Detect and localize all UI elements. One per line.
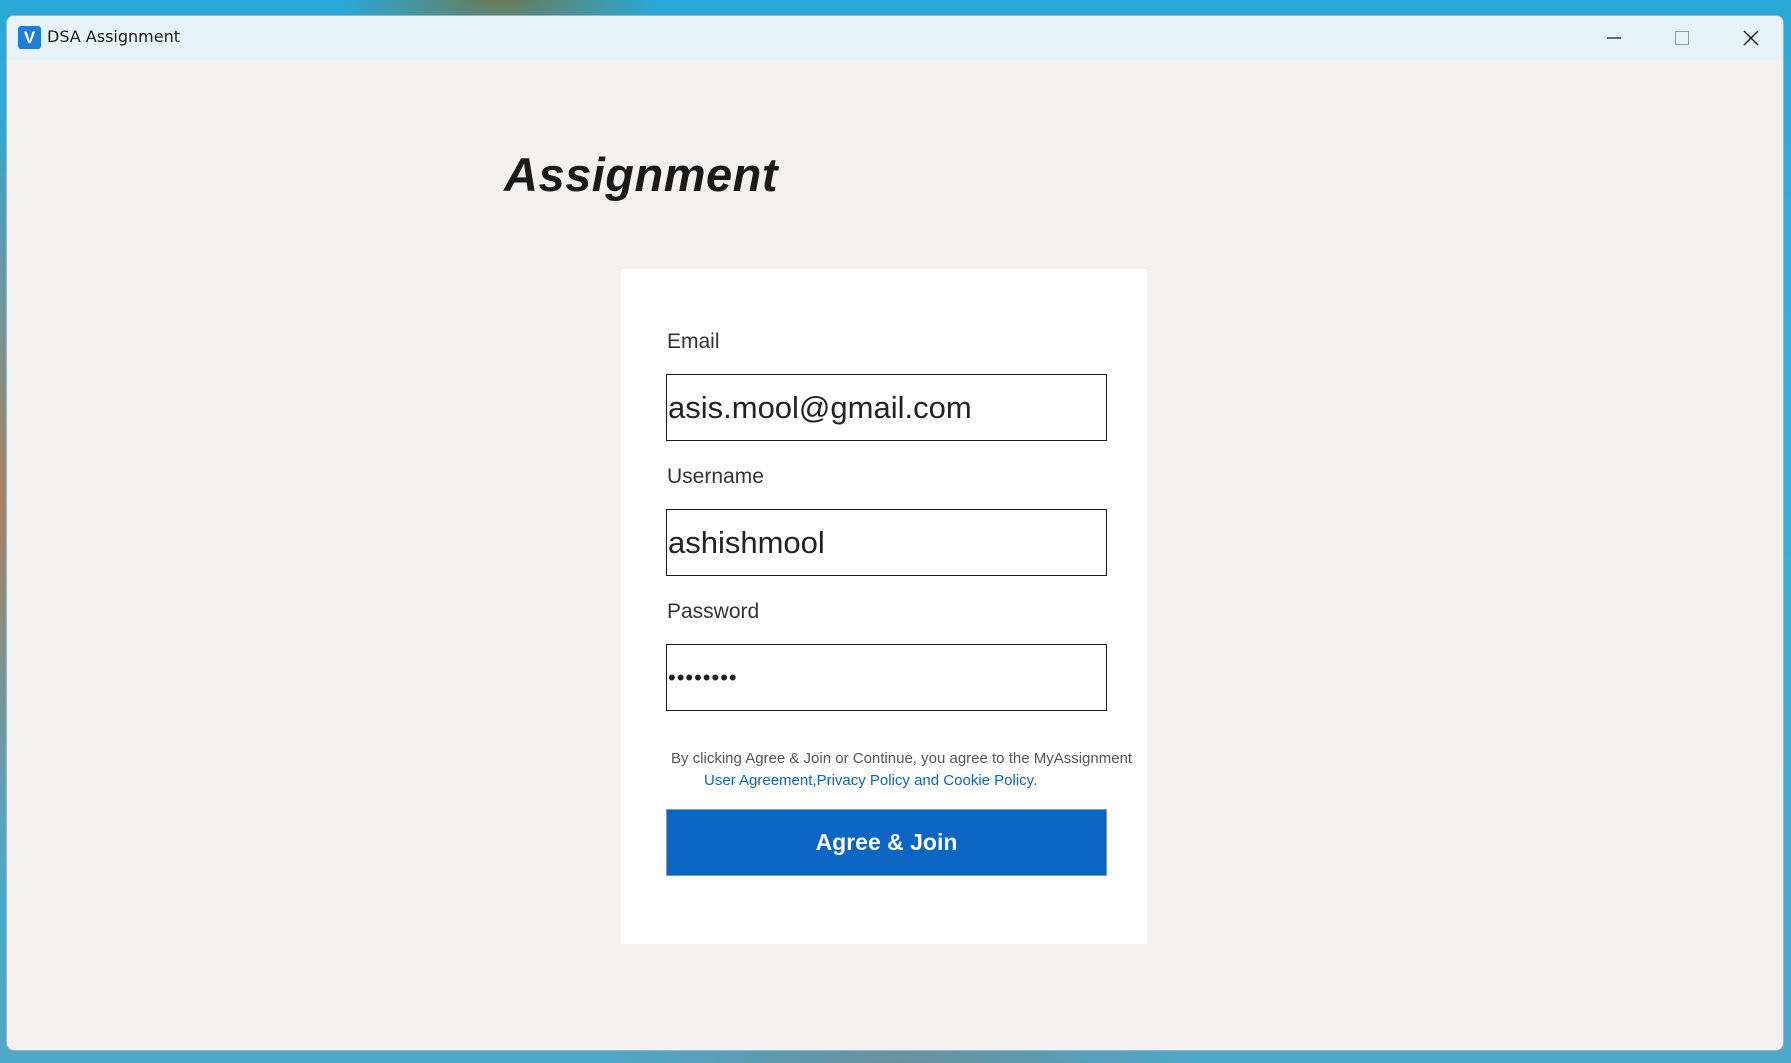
agree-join-button[interactable]: Agree & Join xyxy=(666,809,1107,876)
password-field[interactable] xyxy=(666,644,1107,711)
agreement-links-line: User Agreement,Privacy Policy and Cookie… xyxy=(671,770,1141,792)
agreement-period: . xyxy=(1033,772,1038,789)
agreement-intro: By clicking Agree & Join or Continue, yo… xyxy=(671,750,1133,767)
minimize-icon xyxy=(1607,37,1621,39)
maximize-icon xyxy=(1675,31,1689,45)
agreement-text: By clicking Agree & Join or Continue, yo… xyxy=(671,748,1141,792)
privacy-policy-link[interactable]: Privacy Policy xyxy=(817,772,910,789)
app-icon: V xyxy=(18,26,41,49)
title-bar[interactable]: V DSA Assignment xyxy=(7,16,1783,60)
maximize-button[interactable] xyxy=(1648,16,1716,60)
close-button[interactable] xyxy=(1717,16,1783,60)
cookie-policy-link[interactable]: Cookie Policy xyxy=(943,772,1033,789)
username-field[interactable] xyxy=(666,509,1107,576)
user-agreement-link[interactable]: User Agreement xyxy=(704,772,812,789)
minimize-button[interactable] xyxy=(1580,16,1648,60)
signup-card: Email Username Password By clicking Agre… xyxy=(621,269,1147,944)
password-label: Password xyxy=(667,600,760,623)
app-window: V DSA Assignment Assignment Email Userna… xyxy=(6,15,1784,1051)
window-title: DSA Assignment xyxy=(47,27,181,46)
page-title: Assignment xyxy=(504,148,778,201)
close-icon xyxy=(1743,30,1759,46)
agreement-and: and xyxy=(914,772,940,789)
email-label: Email xyxy=(667,330,720,353)
email-field[interactable] xyxy=(666,374,1107,441)
username-label: Username xyxy=(667,465,764,488)
